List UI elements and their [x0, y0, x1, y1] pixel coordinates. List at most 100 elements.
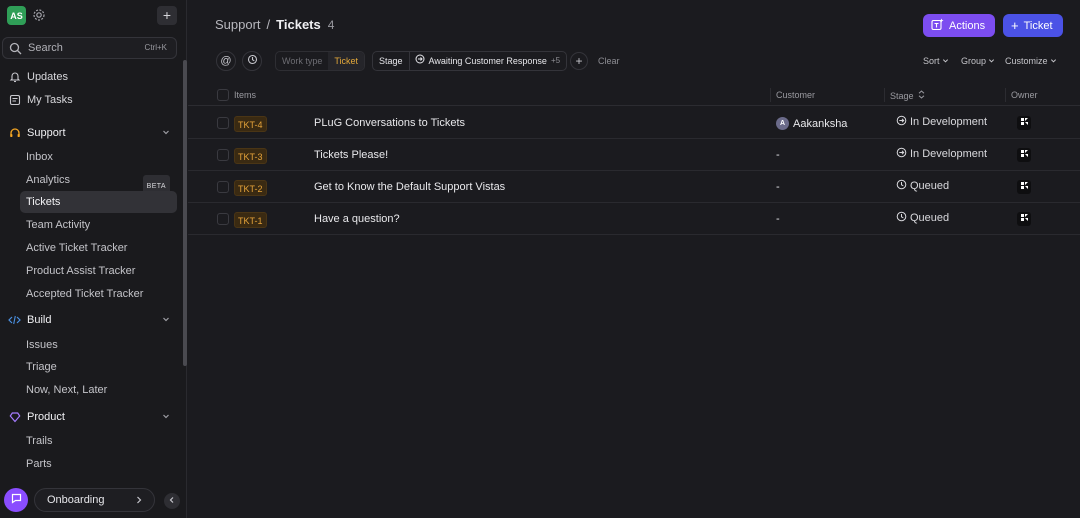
- ticket-customer[interactable]: -: [776, 181, 780, 193]
- sidebar-section-label: Support: [27, 127, 66, 139]
- ticket-stage[interactable]: Queued: [896, 179, 949, 193]
- sidebar-item-parts[interactable]: Parts: [20, 453, 177, 475]
- ticket-customer[interactable]: -: [776, 213, 780, 225]
- sidebar-item-accepted-ticket-tracker[interactable]: Accepted Ticket Tracker: [20, 283, 177, 305]
- ticket-stage[interactable]: In Development: [896, 115, 987, 129]
- headset-icon: [8, 127, 21, 140]
- sidebar-footer: Onboarding: [0, 486, 187, 514]
- actions-button[interactable]: Actions: [923, 14, 995, 37]
- sidebar-item-inbox[interactable]: Inbox: [20, 146, 177, 168]
- breadcrumb: Support / Tickets 4: [215, 17, 334, 32]
- chat-button[interactable]: [4, 488, 28, 512]
- ticket-id-badge[interactable]: TKT-3: [234, 148, 267, 164]
- sidebar: AS + Search Ctrl+K Updates My Tasks Supp…: [0, 0, 187, 518]
- row-checkbox[interactable]: [217, 149, 229, 161]
- new-ticket-button[interactable]: + Ticket: [1003, 14, 1063, 37]
- settings-icon[interactable]: [32, 8, 46, 22]
- create-new-button[interactable]: +: [157, 6, 177, 25]
- table-row[interactable]: TKT-2 Get to Know the Default Support Vi…: [188, 171, 1080, 203]
- arrow-circle-icon: [896, 115, 907, 129]
- sidebar-item-triage[interactable]: Triage: [20, 356, 177, 378]
- chevron-down-icon[interactable]: [161, 127, 171, 137]
- search-bar[interactable]: Search Ctrl+K: [2, 37, 177, 59]
- breadcrumb-parent[interactable]: Support: [215, 17, 261, 32]
- table-row[interactable]: TKT-3 Tickets Please! - In Development: [188, 139, 1080, 171]
- owner-avatar[interactable]: [1017, 116, 1031, 130]
- work-type-value: Ticket: [328, 52, 365, 70]
- stage-filter-text: Awaiting Customer Response: [428, 56, 547, 66]
- column-header-customer[interactable]: Customer: [776, 90, 815, 100]
- owner-avatar[interactable]: [1017, 212, 1031, 226]
- sidebar-item-tickets[interactable]: Tickets: [20, 191, 177, 213]
- group-label: Group: [961, 56, 987, 66]
- new-ticket-label: Ticket: [1023, 19, 1053, 32]
- customize-label: Customize: [1005, 56, 1048, 66]
- select-all-checkbox[interactable]: [217, 89, 229, 101]
- sidebar-scrollbar[interactable]: [183, 60, 187, 366]
- sidebar-item-product-assist-tracker[interactable]: Product Assist Tracker: [20, 260, 177, 282]
- row-checkbox[interactable]: [217, 213, 229, 225]
- sidebar-item-my-tasks[interactable]: My Tasks: [2, 89, 177, 111]
- work-type-filter[interactable]: Work type Ticket: [275, 51, 366, 71]
- customize-button[interactable]: Customize: [1005, 56, 1057, 66]
- sidebar-item-updates[interactable]: Updates: [2, 66, 177, 88]
- sidebar-item-team-activity[interactable]: Team Activity: [20, 214, 177, 236]
- sidebar-item-analytics[interactable]: Analytics BETA: [20, 169, 177, 199]
- ticket-customer[interactable]: A Aakanksha: [776, 117, 847, 130]
- history-filter-button[interactable]: [242, 51, 262, 71]
- stage-filter-value: Awaiting Customer Response +5: [410, 52, 567, 70]
- onboarding-button[interactable]: Onboarding: [34, 488, 155, 512]
- clock-icon: [896, 179, 907, 193]
- ticket-id-badge[interactable]: TKT-2: [234, 180, 267, 196]
- column-header-label: Stage: [890, 90, 914, 101]
- collapse-sidebar-button[interactable]: [164, 493, 180, 509]
- sidebar-item-active-ticket-tracker[interactable]: Active Ticket Tracker: [20, 237, 177, 259]
- onboarding-label: Onboarding: [47, 494, 105, 506]
- ticket-title[interactable]: Get to Know the Default Support Vistas: [314, 181, 505, 193]
- sidebar-item-trails[interactable]: Trails: [20, 430, 177, 452]
- sidebar-section-build[interactable]: Build: [2, 309, 177, 331]
- row-checkbox[interactable]: [217, 181, 229, 193]
- table-row[interactable]: TKT-1 Have a question? - Queued: [188, 203, 1080, 235]
- sidebar-item-label: My Tasks: [27, 94, 73, 106]
- owner-avatar[interactable]: [1017, 180, 1031, 194]
- chevron-down-icon[interactable]: [161, 411, 171, 421]
- tasks-icon: [8, 94, 21, 107]
- table-row[interactable]: TKT-4 PLuG Conversations to Tickets A Aa…: [188, 107, 1080, 139]
- chevron-down-icon[interactable]: [161, 314, 171, 324]
- customer-name: -: [776, 181, 780, 193]
- sidebar-section-product[interactable]: Product: [2, 406, 177, 428]
- ticket-stage[interactable]: Queued: [896, 211, 949, 225]
- add-filter-button[interactable]: +: [570, 52, 588, 70]
- sidebar-item-issues[interactable]: Issues: [20, 334, 177, 356]
- chevron-down-icon: [988, 56, 995, 66]
- row-checkbox[interactable]: [217, 117, 229, 129]
- ticket-title[interactable]: Tickets Please!: [314, 149, 388, 161]
- breadcrumb-separator: /: [266, 17, 271, 32]
- column-header-stage[interactable]: Stage: [890, 90, 925, 101]
- chevron-down-icon: [1050, 56, 1057, 66]
- sort-button[interactable]: Sort: [923, 56, 949, 66]
- ticket-customer[interactable]: -: [776, 149, 780, 161]
- column-header-owner[interactable]: Owner: [1011, 90, 1038, 100]
- ticket-id-badge[interactable]: TKT-1: [234, 212, 267, 228]
- ticket-stage[interactable]: In Development: [896, 147, 987, 161]
- ticket-title[interactable]: Have a question?: [314, 213, 400, 225]
- clear-filters-button[interactable]: Clear: [598, 56, 620, 66]
- mention-filter-button[interactable]: @: [216, 51, 236, 71]
- owner-avatar[interactable]: [1017, 148, 1031, 162]
- sidebar-section-label: Product: [27, 411, 65, 423]
- arrow-circle-icon: [896, 147, 907, 161]
- user-avatar[interactable]: AS: [7, 6, 26, 25]
- stage-filter-key: Stage: [373, 52, 410, 70]
- devrev-logo-icon: [1020, 213, 1029, 225]
- stage-filter[interactable]: Stage Awaiting Customer Response +5: [372, 51, 568, 71]
- sidebar-section-support[interactable]: Support: [2, 122, 177, 144]
- sidebar-item-now-next-later[interactable]: Now, Next, Later: [20, 379, 177, 401]
- ticket-title[interactable]: PLuG Conversations to Tickets: [314, 117, 465, 129]
- column-header-items[interactable]: Items: [234, 90, 256, 100]
- chevron-right-icon: [134, 494, 144, 506]
- group-button[interactable]: Group: [961, 56, 995, 66]
- sidebar-item-label: Analytics: [26, 174, 71, 186]
- ticket-id-badge[interactable]: TKT-4: [234, 116, 267, 132]
